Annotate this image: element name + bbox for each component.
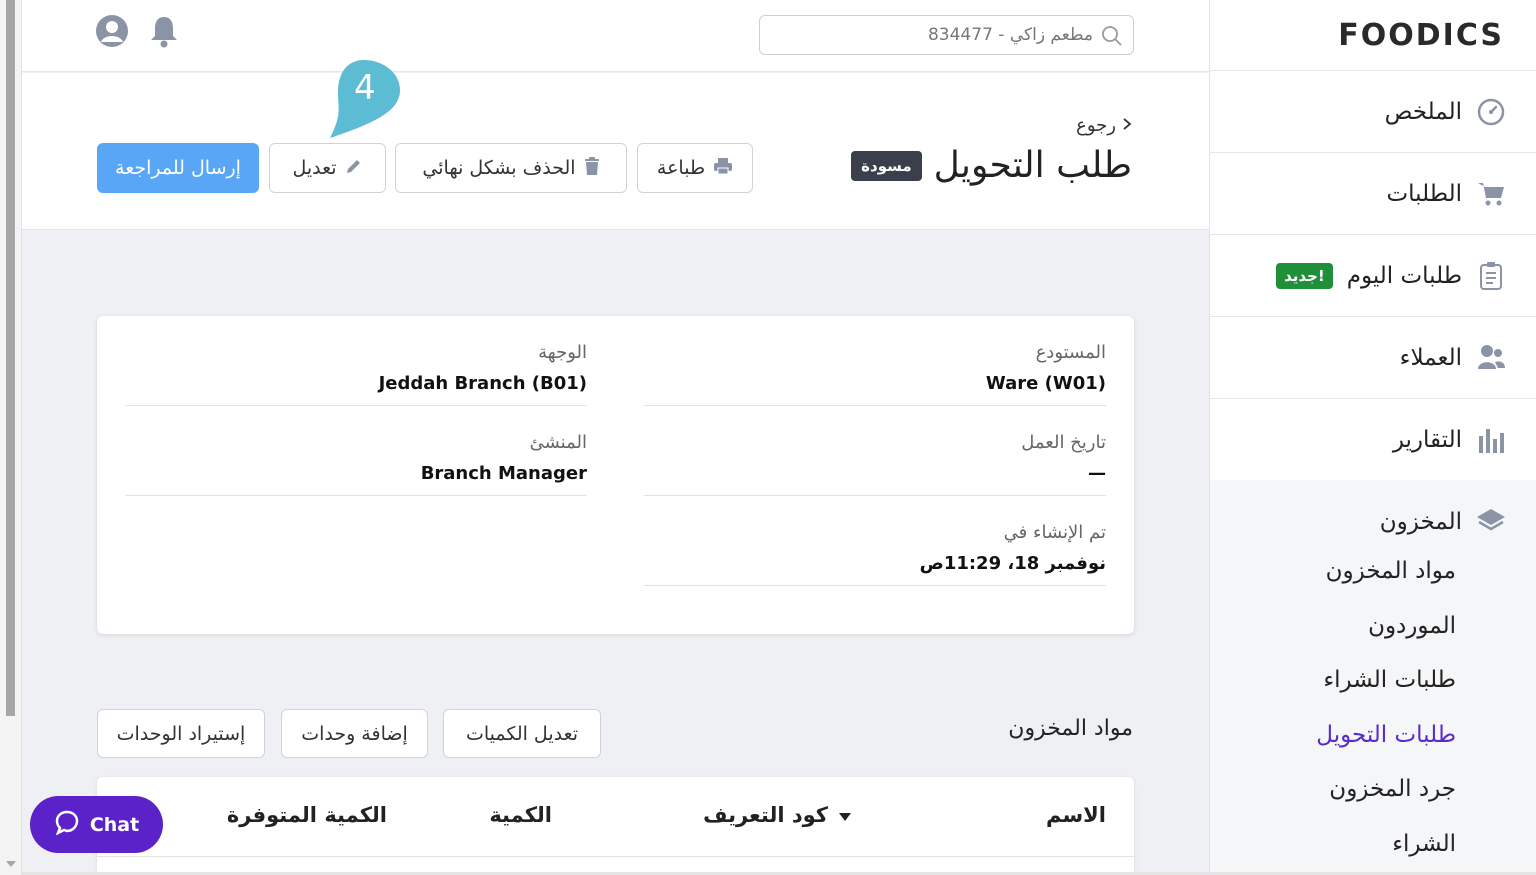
sort-down-icon (838, 803, 852, 827)
user-avatar-icon[interactable] (95, 14, 129, 52)
back-label: رجوع (1076, 115, 1116, 136)
bell-icon[interactable] (149, 14, 179, 52)
import-items-button[interactable]: إستيراد الوحدات (97, 709, 265, 758)
sidebar-subitem-inventory-count[interactable]: جرد المخزون (1210, 762, 1536, 817)
search-value: مطعم زاكي - 834477 (927, 25, 1093, 45)
chevron-right-icon (1122, 115, 1132, 136)
delete-permanently-button[interactable]: الحذف بشكل نهائي (395, 143, 627, 193)
page-title: مسودة طلب التحويل (851, 145, 1132, 186)
delete-label: الحذف بشكل نهائي (422, 157, 576, 179)
bar-chart-icon (1476, 425, 1506, 455)
column-header-sku[interactable]: كود التعريف (703, 803, 852, 827)
chat-button[interactable]: Chat (30, 796, 163, 853)
scrollbar-thumb[interactable] (6, 0, 15, 716)
page-scrollbar[interactable] (0, 0, 22, 875)
page-title-text: طلب التحويل (933, 145, 1132, 186)
printer-icon (713, 157, 733, 180)
field-label: المستودع (1035, 342, 1106, 363)
cart-icon (1476, 179, 1506, 209)
column-header-quantity[interactable]: الكمية (489, 803, 552, 827)
sidebar-item-label: التقارير (1392, 426, 1462, 453)
warehouse-field: المستودع Ware (W01) (644, 342, 1106, 406)
items-table: الاسم كود التعريف الكمية الكمية المتوفرة (97, 777, 1134, 875)
brand-logo[interactable]: FOODICS (1210, 0, 1536, 71)
creator-field: المنشئ Branch Manager (125, 432, 587, 496)
status-badge: مسودة (851, 150, 922, 181)
page-header: رجوع مسودة طلب التحويل طباعة الحذف بشكل … (22, 73, 1209, 230)
edit-quantities-button[interactable]: تعديل الكميات (443, 709, 601, 758)
sidebar-subitem-suppliers[interactable]: الموردون (1210, 599, 1536, 654)
field-label: الوجهة (538, 342, 587, 363)
sidebar-item-label: الطلبات (1386, 180, 1462, 207)
created-at-field: تم الإنشاء في نوفمبر 18، 11:29ص (644, 522, 1106, 586)
column-header-label: كود التعريف (703, 803, 828, 827)
add-items-button[interactable]: إضافة وحدات (281, 709, 428, 758)
sidebar-item-customers[interactable]: العملاء (1210, 317, 1536, 399)
sidebar: FOODICS الملخص الطلبات جديد! طلبات اليوم… (1209, 0, 1536, 875)
sidebar-inventory-group: المخزون مواد المخزون الموردون طلبات الشر… (1210, 480, 1536, 875)
field-value: — (1088, 463, 1106, 484)
header-divider (97, 856, 1134, 857)
chat-label: Chat (89, 813, 140, 836)
sidebar-item-summary[interactable]: الملخص (1210, 71, 1536, 153)
trash-icon (584, 156, 600, 180)
field-value: Ware (W01) (985, 373, 1106, 394)
clipboard-icon (1476, 261, 1506, 291)
column-header-available-quantity[interactable]: الكمية المتوفرة (227, 803, 387, 827)
sidebar-item-label: المخزون (1379, 509, 1462, 535)
edit-button[interactable]: تعديل (269, 143, 386, 193)
top-bar: مطعم زاكي - 834477 (22, 0, 1209, 72)
scroll-down-arrow-icon[interactable] (6, 861, 16, 867)
print-button[interactable]: طباعة (637, 143, 753, 193)
field-label: تم الإنشاء في (1003, 522, 1106, 543)
sidebar-subitem-transfer-orders[interactable]: طلبات التحويل (1210, 708, 1536, 763)
sidebar-item-label: طلبات اليوم (1346, 262, 1462, 289)
back-link[interactable]: رجوع (1076, 115, 1132, 136)
sidebar-item-orders[interactable]: الطلبات (1210, 153, 1536, 235)
new-badge: جديد! (1276, 262, 1333, 289)
field-value: Branch Manager (420, 463, 587, 484)
submit-label: إرسال للمراجعة (115, 157, 241, 179)
section-title: مواد المخزون (1008, 716, 1133, 741)
field-value: نوفمبر 18، 11:29ص (919, 553, 1106, 574)
step-number: 4 (354, 68, 376, 108)
edit-label: تعديل (292, 157, 337, 179)
search-input[interactable]: مطعم زاكي - 834477 (759, 15, 1134, 55)
chat-bubble-icon (54, 809, 80, 840)
sidebar-item-inventory[interactable]: المخزون (1210, 500, 1536, 544)
column-header-name[interactable]: الاسم (1046, 803, 1106, 827)
logo-text: FOODICS (1338, 17, 1504, 53)
pencil-icon (345, 157, 363, 180)
dashboard-icon (1476, 97, 1506, 127)
step-marker: 4 (308, 58, 400, 140)
submit-for-review-button[interactable]: إرسال للمراجعة (97, 143, 259, 193)
print-label: طباعة (656, 157, 706, 179)
sidebar-item-label: العملاء (1399, 344, 1462, 371)
sidebar-subitem-inventory-items[interactable]: مواد المخزون (1210, 544, 1536, 599)
sidebar-item-reports[interactable]: التقارير (1210, 399, 1536, 481)
field-label: تاريخ العمل (1021, 432, 1106, 453)
users-icon (1476, 343, 1506, 373)
sidebar-item-label: الملخص (1384, 98, 1462, 125)
transfer-details-card: المستودع Ware (W01) الوجهة Jeddah Branch… (97, 316, 1134, 634)
field-value: Jeddah Branch (B01) (378, 373, 587, 394)
sidebar-subitem-purchase-orders[interactable]: طلبات الشراء (1210, 653, 1536, 708)
layers-icon (1476, 507, 1506, 537)
sidebar-subitem-purchasing[interactable]: الشراء (1210, 817, 1536, 872)
business-date-field: تاريخ العمل — (644, 432, 1106, 496)
field-label: المنشئ (529, 432, 587, 453)
destination-field: الوجهة Jeddah Branch (B01) (125, 342, 587, 406)
search-icon (1101, 25, 1123, 51)
sidebar-item-today-orders[interactable]: جديد! طلبات اليوم (1210, 235, 1536, 317)
